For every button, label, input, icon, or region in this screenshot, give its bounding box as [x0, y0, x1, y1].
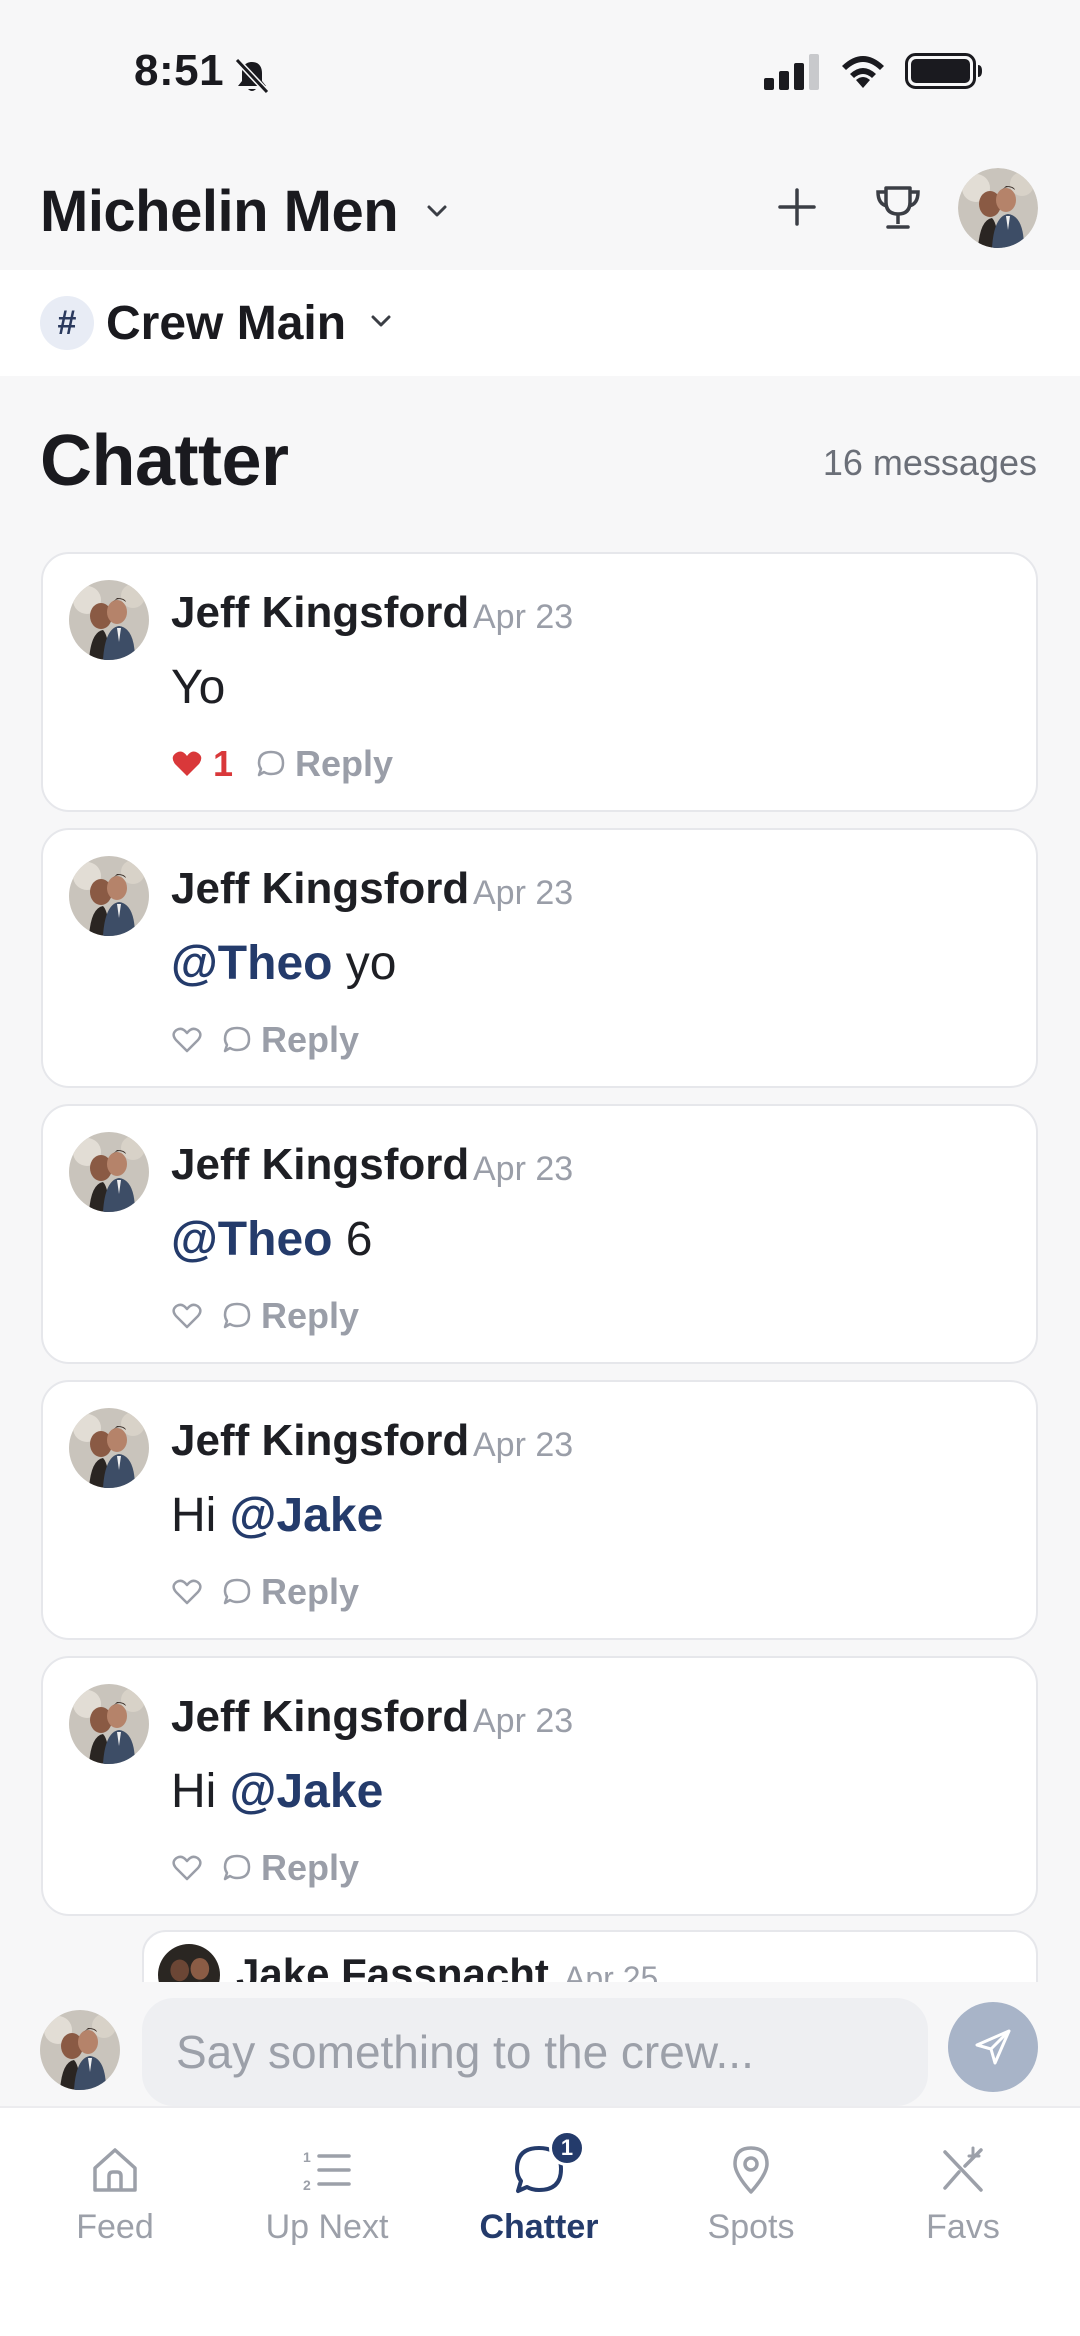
tab-label: Chatter — [479, 2208, 599, 2246]
crew-title[interactable]: Michelin Men — [40, 178, 399, 245]
message-card: Jeff Kingsford Apr 23 @Theo 6 Reply — [41, 1104, 1038, 1364]
reply-button[interactable]: Reply — [261, 1019, 359, 1061]
hash-icon: # — [40, 296, 94, 350]
reply-bubble-icon[interactable] — [221, 1576, 253, 1608]
author-avatar[interactable] — [69, 1132, 149, 1212]
bell-muted-icon — [234, 57, 270, 95]
reply-bubble-icon[interactable] — [255, 748, 287, 780]
author-avatar[interactable] — [69, 856, 149, 936]
reply-bubble-icon[interactable] — [221, 1024, 253, 1056]
message-actions: Reply — [171, 1570, 359, 1614]
heart-filled-icon[interactable] — [171, 748, 203, 780]
tab-chatter[interactable]: 1 Chatter — [439, 2130, 639, 2262]
profile-avatar[interactable] — [958, 168, 1038, 248]
message-actions: Reply — [171, 1018, 359, 1062]
status-time: 8:51 — [134, 46, 225, 95]
mention-link[interactable]: @Theo — [171, 1213, 332, 1266]
status-bar: 8:51 — [0, 0, 1080, 150]
message-text: Hi @Jake — [171, 1489, 384, 1542]
utensils-crossed-icon — [943, 2146, 983, 2192]
message-composer — [0, 1982, 1080, 2106]
tab-label: Up Next — [265, 2208, 389, 2246]
message-card: Jeff Kingsford Apr 23 Yo 1 Reply — [41, 552, 1038, 812]
tab-label: Spots — [707, 2208, 795, 2246]
message-author[interactable]: Jeff Kingsford — [171, 1140, 469, 1190]
chevron-down-icon[interactable] — [421, 195, 453, 227]
message-actions: 1 Reply — [171, 742, 393, 786]
message-card: Jeff Kingsford Apr 23 @Theo yo Reply — [41, 828, 1038, 1088]
message-date: Apr 23 — [473, 1150, 574, 1188]
heart-outline-icon[interactable] — [171, 1300, 203, 1332]
add-button[interactable] — [772, 182, 822, 232]
message-date: Apr 23 — [473, 1426, 574, 1464]
author-avatar[interactable] — [158, 1944, 220, 1982]
home-icon — [93, 2148, 137, 2192]
app-header: Michelin Men — [0, 150, 1080, 270]
heart-outline-icon[interactable] — [171, 1576, 203, 1608]
message-text: Yo — [171, 661, 226, 714]
reply-bubble-icon[interactable] — [221, 1852, 253, 1884]
message-text: @Theo 6 — [171, 1213, 373, 1266]
message-count: 16 messages — [822, 442, 1037, 483]
author-avatar[interactable] — [69, 1684, 149, 1764]
message-actions: Reply — [171, 1294, 359, 1338]
message-card: Jeff Kingsford Apr 23 Hi @Jake Reply — [41, 1656, 1038, 1916]
message-date: Apr 25 — [564, 1960, 659, 1982]
message-card: Jeff Kingsford Apr 23 Hi @Jake Reply — [41, 1380, 1038, 1640]
message-author[interactable]: Jeff Kingsford — [171, 1416, 469, 1466]
mention-link[interactable]: @Jake — [230, 1765, 384, 1818]
reply-button[interactable]: Reply — [261, 1571, 359, 1613]
svg-text:1: 1 — [303, 2149, 311, 2165]
reply-bubble-icon[interactable] — [221, 1300, 253, 1332]
chevron-down-icon[interactable] — [366, 306, 396, 336]
chat-bubble-icon: 1 — [511, 2130, 585, 2198]
channel-selector[interactable]: # Crew Main — [0, 270, 1080, 376]
heart-outline-icon[interactable] — [171, 1852, 203, 1884]
message-author[interactable]: Jeff Kingsford — [171, 588, 469, 638]
message-author[interactable]: Jeff Kingsford — [171, 1692, 469, 1742]
message-text: Hi @Jake — [171, 1765, 384, 1818]
heart-outline-icon[interactable] — [171, 1024, 203, 1056]
section-title: Chatter — [40, 421, 289, 501]
like-count: 1 — [213, 743, 234, 784]
trophy-icon[interactable] — [870, 180, 926, 236]
current-user-avatar — [40, 2010, 120, 2090]
tab-spots[interactable]: Spots — [651, 2142, 851, 2262]
tab-favs[interactable]: Favs — [863, 2142, 1063, 2262]
author-avatar[interactable] — [69, 1408, 149, 1488]
bottom-tab-bar: Feed 1 2 Up Next 1 Chatter Spots Favs — [0, 2106, 1080, 2336]
mention-link[interactable]: @Theo — [171, 937, 332, 990]
cellular-signal-icon — [764, 54, 819, 90]
tab-up-next[interactable]: 1 2 Up Next — [227, 2142, 427, 2262]
wifi-icon — [842, 56, 884, 88]
tab-feed[interactable]: Feed — [15, 2142, 215, 2262]
message-author[interactable]: Jake Fassnacht — [236, 1950, 549, 1982]
reply-button[interactable]: Reply — [261, 1847, 359, 1889]
channel-name[interactable]: Crew Main — [106, 296, 346, 351]
unread-badge: 1 — [549, 2130, 585, 2166]
message-list[interactable]: Jeff Kingsford Apr 23 Yo 1 Reply Jeff Ki… — [0, 550, 1080, 1982]
message-author[interactable]: Jeff Kingsford — [171, 864, 469, 914]
message-text: @Theo yo — [171, 937, 397, 990]
thread-reply-card: Jake Fassnacht Apr 25 — [142, 1930, 1038, 1982]
reply-button[interactable]: Reply — [295, 743, 393, 785]
ordered-list-icon: 1 2 — [303, 2149, 351, 2193]
message-input[interactable] — [142, 1998, 928, 2106]
send-icon — [975, 2029, 1011, 2065]
tab-label: Feed — [76, 2208, 154, 2246]
message-date: Apr 23 — [473, 1702, 574, 1740]
message-actions: Reply — [171, 1846, 359, 1890]
battery-icon — [905, 53, 982, 89]
message-date: Apr 23 — [473, 874, 574, 912]
svg-text:2: 2 — [303, 2177, 311, 2193]
message-date: Apr 23 — [473, 598, 574, 636]
author-avatar[interactable] — [69, 580, 149, 660]
tab-label: Favs — [926, 2208, 1000, 2246]
reply-button[interactable]: Reply — [261, 1295, 359, 1337]
map-pin-icon — [733, 2146, 769, 2194]
mention-link[interactable]: @Jake — [230, 1489, 384, 1542]
send-button[interactable] — [948, 2002, 1038, 2092]
